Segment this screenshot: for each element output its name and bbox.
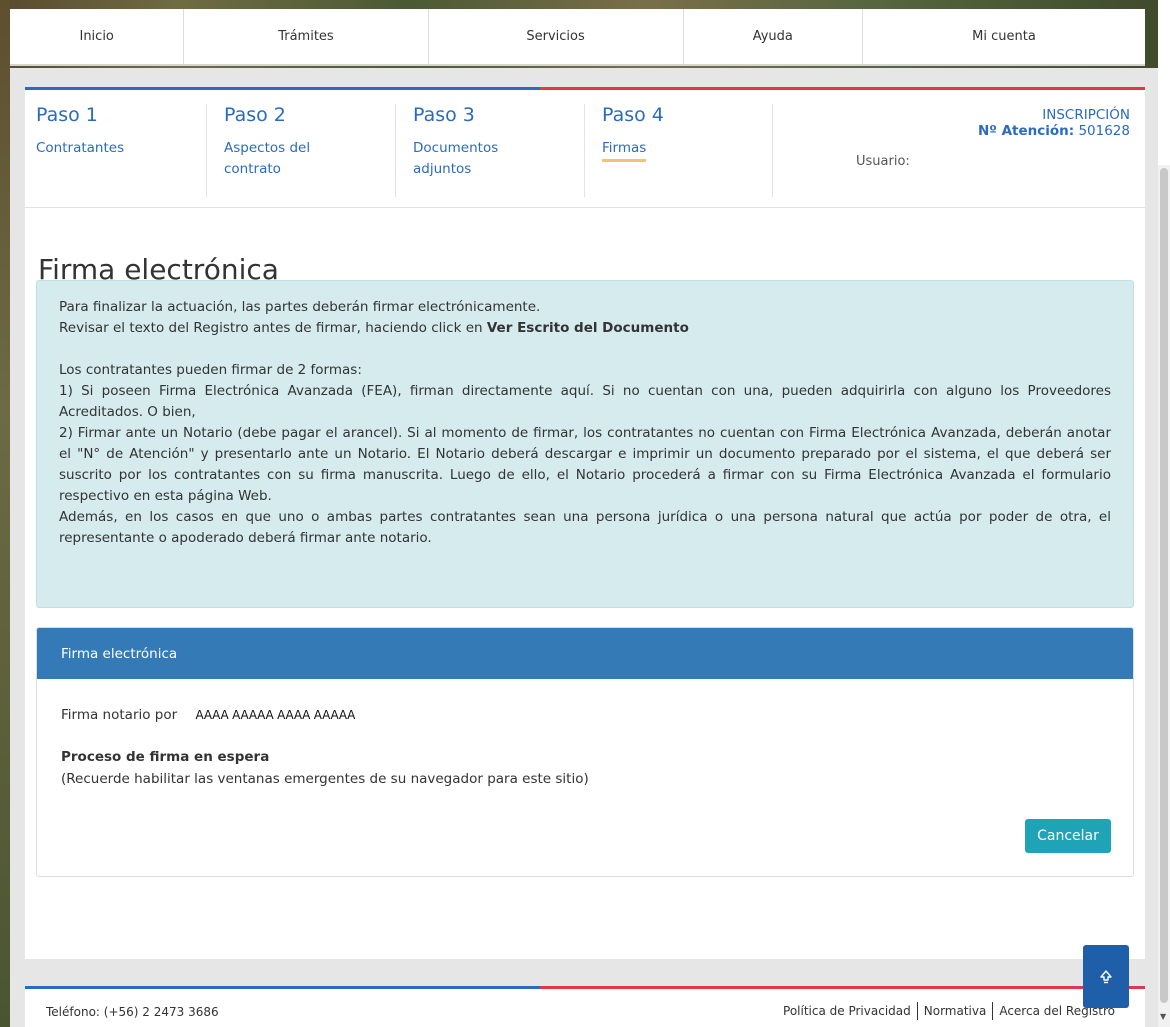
notary-signature-row: Firma notario por AAAA AAAAA AAAA AAAAA — [61, 707, 355, 723]
step-4-active[interactable]: Paso 4 Firmas — [602, 104, 732, 204]
nav-item-inicio[interactable]: Inicio — [10, 9, 185, 64]
main-navigation: Inicio Trámites Servicios Ayuda Mi cuent… — [10, 9, 1145, 66]
scrollbar-thumb[interactable] — [1160, 168, 1168, 1003]
footer-links: Política de Privacidad Normativa Acerca … — [777, 1002, 1121, 1020]
nav-item-mi-cuenta[interactable]: Mi cuenta — [863, 9, 1145, 64]
info-line: Los contratantes pueden firmar de 2 form… — [59, 362, 362, 378]
footer-phone: Teléfono: (+56) 2 2473 3686 — [46, 1005, 219, 1019]
step-title: Paso 2 — [224, 104, 286, 126]
footer-link-normativa[interactable]: Normativa — [916, 1002, 993, 1020]
signature-panel: Firma electrónica Firma notario por AAAA… — [36, 627, 1134, 877]
footer-link-privacy[interactable]: Política de Privacidad — [777, 1002, 917, 1020]
info-text: Revisar el texto del Registro antes de f… — [59, 320, 487, 336]
info-alert: Para finalizar la actuación, las partes … — [36, 280, 1134, 608]
attention-label: Nº Atención: — [977, 123, 1075, 139]
inscription-label: INSCRIPCIÓN — [1042, 107, 1130, 123]
step-title: Paso 4 — [602, 104, 664, 126]
process-status-title: Proceso de firma en espera — [61, 749, 270, 765]
attention-value: 501628 — [1078, 123, 1130, 139]
step-divider — [395, 104, 396, 197]
step-title: Paso 1 — [36, 104, 98, 126]
main-content: Paso 1 Contratantes Paso 2 Aspectos del … — [25, 87, 1145, 959]
footer-color-bar — [25, 986, 1145, 989]
cancel-button[interactable]: Cancelar — [1025, 819, 1111, 853]
panel-heading: Firma electrónica — [37, 628, 1133, 679]
step-1[interactable]: Paso 1 Contratantes — [36, 104, 166, 204]
notary-name: AAAA AAAAA AAAA AAAAA — [195, 708, 356, 722]
nav-item-servicios[interactable]: Servicios — [429, 9, 684, 64]
side-background-photo — [0, 0, 10, 1027]
inscription-info: INSCRIPCIÓN Nº Atención: 501628 — [978, 107, 1130, 139]
step-divider — [206, 104, 207, 197]
step-title: Paso 3 — [413, 104, 475, 126]
scroll-down-arrow-icon[interactable]: ▼ — [1160, 1012, 1166, 1021]
nav-item-ayuda[interactable]: Ayuda — [684, 9, 863, 64]
scroll-to-top-button[interactable] — [1083, 945, 1129, 1008]
info-line: 2) Firmar ante un Notario (debe pagar el… — [59, 425, 1111, 504]
wizard-steps: Paso 1 Contratantes Paso 2 Aspectos del … — [25, 90, 1145, 208]
step-label[interactable]: Documentos adjuntos — [413, 138, 543, 180]
info-line: Revisar el texto del Registro antes de f… — [59, 318, 1111, 339]
info-line: Para finalizar la actuación, las partes … — [59, 299, 541, 315]
view-document-link[interactable]: Ver Escrito del Documento — [487, 320, 689, 336]
step-divider — [772, 104, 773, 197]
step-label[interactable]: Firmas — [602, 140, 647, 162]
step-divider — [584, 104, 585, 197]
nav-item-tramites[interactable]: Trámites — [184, 9, 429, 64]
info-line: 1) Si poseen Firma Electrónica Avanzada … — [59, 383, 1111, 420]
step-label-wrap[interactable]: Firmas — [602, 138, 732, 162]
page-scrollbar[interactable]: ▼ — [1158, 0, 1170, 1027]
arrow-up-icon — [1100, 969, 1112, 983]
step-label[interactable]: Aspectos del contrato — [224, 138, 354, 180]
info-line: Además, en los casos en que uno o ambas … — [59, 509, 1111, 546]
step-3[interactable]: Paso 3 Documentos adjuntos — [413, 104, 543, 204]
user-label: Usuario: — [856, 154, 910, 169]
scrollbar-track — [1158, 0, 1170, 165]
step-2[interactable]: Paso 2 Aspectos del contrato — [224, 104, 354, 204]
process-status-note: (Recuerde habilitar las ventanas emergen… — [61, 771, 589, 787]
step-label[interactable]: Contratantes — [36, 138, 166, 159]
attention-number: Nº Atención: 501628 — [978, 123, 1130, 139]
page-footer: Teléfono: (+56) 2 2473 3686 Política de … — [25, 986, 1145, 1027]
notary-label: Firma notario por — [61, 707, 178, 723]
